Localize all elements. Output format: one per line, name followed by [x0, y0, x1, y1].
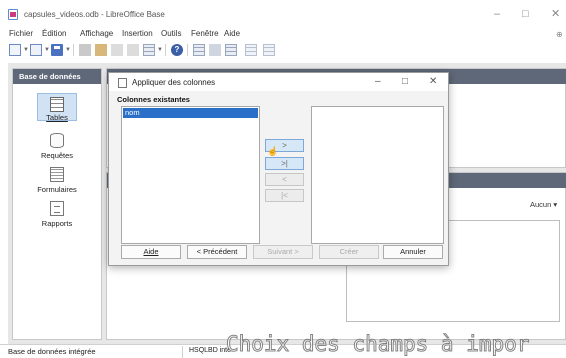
move-all-right-button[interactable]: >|	[265, 157, 304, 170]
table-icon	[50, 97, 64, 112]
sort-descending-icon[interactable]	[127, 44, 139, 56]
create-button-label: Créer	[339, 247, 359, 256]
window-title: capsules_videos.odb - LibreOffice Base	[24, 10, 165, 19]
form-icon	[50, 167, 64, 182]
minimize-button[interactable]: –	[494, 7, 500, 21]
open-icon[interactable]	[30, 44, 42, 56]
menu-fichier[interactable]: Fichier	[9, 29, 33, 38]
status-divider	[182, 346, 183, 358]
toolbar-separator	[187, 44, 188, 56]
chevron-down-icon: ▾	[553, 200, 558, 209]
dialog-icon	[118, 78, 127, 88]
menu-fenetre[interactable]: Fenêtre	[191, 29, 219, 38]
query-icon	[50, 133, 64, 148]
menu-help-icon[interactable]: ⊕	[556, 30, 563, 39]
new-document-icon[interactable]	[9, 44, 21, 56]
sidebar-item-label: Requêtes	[40, 151, 74, 160]
menu-insertion[interactable]: Insertion	[122, 29, 153, 38]
dialog-close-button[interactable]: ✕	[429, 76, 437, 87]
menu-edition[interactable]: Édition	[42, 29, 66, 38]
cancel-button[interactable]: Annuler	[383, 245, 443, 259]
next-button-label: Suivant >	[267, 247, 299, 256]
help-button-label: Aide	[143, 247, 159, 256]
paste-icon[interactable]	[95, 44, 107, 56]
edit-icon[interactable]	[209, 44, 221, 56]
menu-affichage[interactable]: Affichage	[80, 29, 113, 38]
close-window-button[interactable]: ✕	[551, 7, 560, 21]
chevron-down-icon[interactable]: ▼	[65, 47, 71, 53]
existing-columns-list[interactable]: nom	[121, 106, 260, 244]
chevron-down-icon[interactable]: ▼	[157, 47, 163, 53]
form-view-icon[interactable]	[143, 44, 155, 56]
dialog-title: Appliquer des colonnes	[132, 78, 216, 87]
chevron-down-icon[interactable]: ▼	[23, 47, 29, 53]
status-engine: HSQLBD inté	[189, 347, 232, 354]
dialog-minimize-button[interactable]: –	[375, 76, 381, 87]
create-button[interactable]: Créer	[319, 245, 379, 259]
move-left-button[interactable]: <	[265, 173, 304, 186]
delete-icon[interactable]	[225, 44, 237, 56]
list-item[interactable]: nom	[123, 108, 258, 118]
menu-bar: Fichier Édition Affichage Insertion Outi…	[0, 27, 566, 41]
report-icon	[50, 201, 64, 216]
mouse-cursor-icon: ☝	[267, 146, 279, 156]
sort-ascending-icon[interactable]	[111, 44, 123, 56]
copy-icon[interactable]	[79, 44, 91, 56]
save-icon[interactable]	[51, 44, 63, 56]
preview-select-value: Aucun	[530, 200, 552, 209]
table-icon[interactable]	[193, 44, 205, 56]
menu-aide[interactable]: Aide	[224, 29, 240, 38]
window-titlebar: capsules_videos.odb - LibreOffice Base –…	[0, 0, 566, 27]
database-panel-header: Base de données	[13, 69, 101, 84]
sidebar-item-label: Formulaires	[37, 185, 77, 194]
database-panel: Base de données Tables Requêtes Formulai…	[12, 68, 102, 340]
list-view-icon[interactable]	[245, 44, 257, 56]
applied-columns-list[interactable]	[311, 106, 444, 244]
maximize-button[interactable]: □	[522, 7, 529, 21]
toolbar: ▼ ▼ ▼ ▼ ?	[0, 41, 566, 61]
sidebar-item-tables[interactable]: Tables	[13, 93, 101, 127]
apply-columns-dialog: Appliquer des colonnes – □ ✕ Colonnes ex…	[108, 72, 449, 266]
toolbar-separator	[165, 44, 166, 56]
existing-columns-label: Colonnes existantes	[117, 95, 190, 104]
detail-view-icon[interactable]	[263, 44, 275, 56]
dialog-maximize-button[interactable]: □	[402, 76, 408, 87]
help-icon[interactable]: ?	[171, 44, 183, 56]
video-caption: Choix des champs à impor	[225, 332, 530, 357]
sidebar-item-label: Tables	[46, 113, 68, 122]
preview-select[interactable]: Aucun ▾	[530, 200, 557, 209]
sidebar-item-label: Rapports	[41, 219, 73, 228]
move-all-left-button[interactable]: |<	[265, 189, 304, 202]
libreoffice-base-icon	[8, 9, 18, 20]
status-database-type: Base de données intégrée	[8, 347, 96, 356]
sidebar-item-reports[interactable]: Rapports	[13, 201, 101, 235]
help-button[interactable]: Aide	[121, 245, 181, 259]
next-button[interactable]: Suivant >	[253, 245, 313, 259]
cancel-button-label: Annuler	[400, 247, 426, 256]
previous-button[interactable]: < Précédent	[187, 245, 247, 259]
dialog-titlebar: Appliquer des colonnes – □ ✕	[109, 73, 448, 91]
chevron-down-icon[interactable]: ▼	[44, 47, 50, 53]
menu-outils[interactable]: Outils	[161, 29, 181, 38]
toolbar-separator	[73, 44, 74, 56]
previous-button-label: < Précédent	[196, 247, 238, 256]
sidebar-item-forms[interactable]: Formulaires	[13, 167, 101, 201]
sidebar-item-queries[interactable]: Requêtes	[13, 133, 101, 167]
